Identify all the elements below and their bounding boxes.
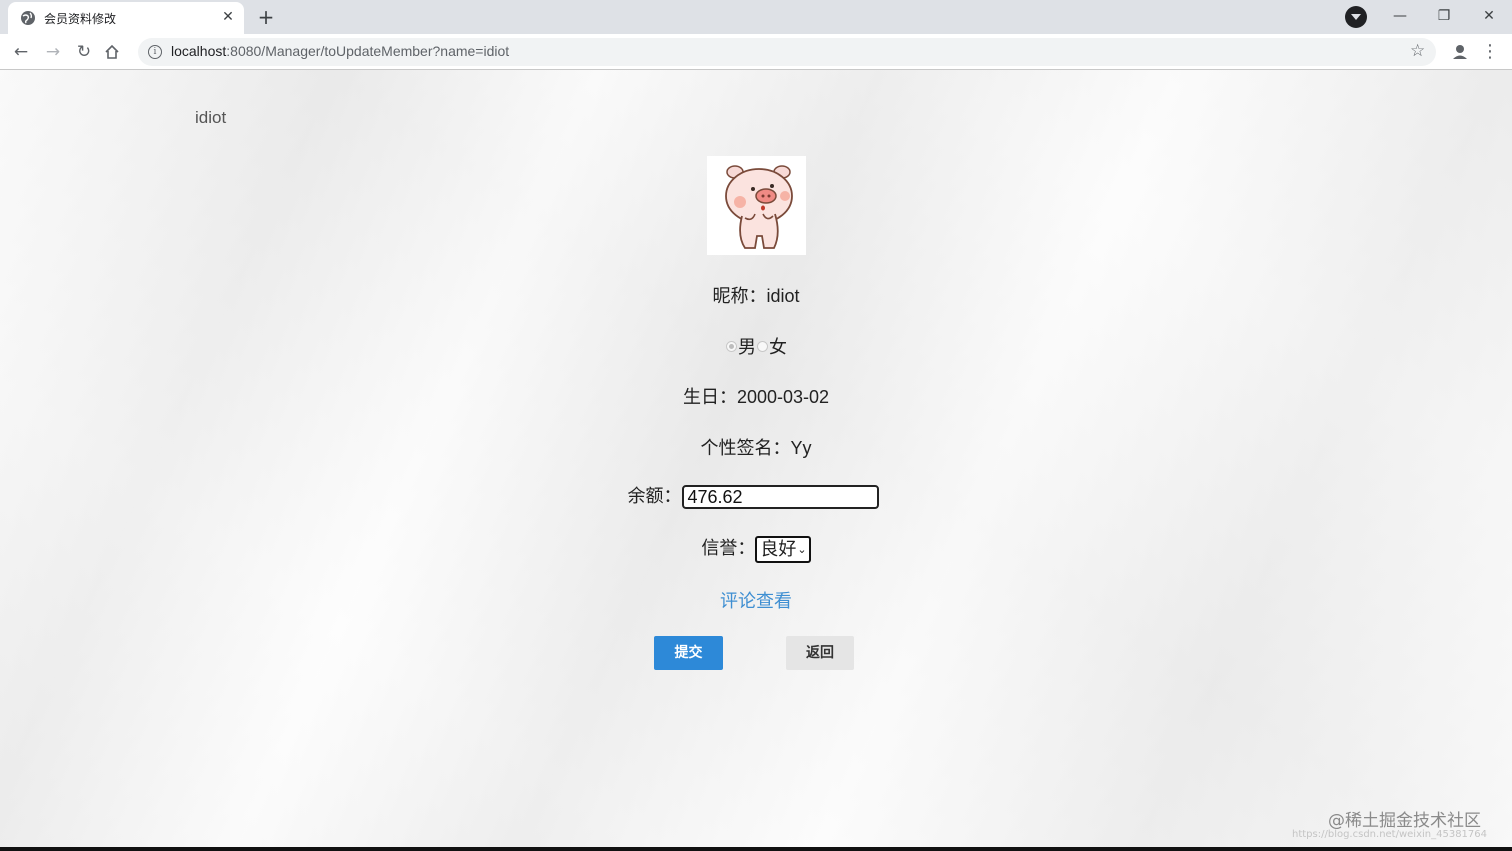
url-text[interactable]: localhost:8080/Manager/toUpdateMember?na…	[171, 43, 509, 59]
browser-tab[interactable]: 会员资料修改 ✕	[8, 2, 244, 34]
credit-selected-value: 良好	[760, 538, 797, 559]
back-arrow-icon[interactable]: ←	[9, 40, 33, 64]
watermark-url: https://blog.csdn.net/weixin_45381764	[1292, 829, 1488, 840]
back-button[interactable]: 返回	[786, 636, 854, 670]
browser-toolbar: ← → ↻ i localhost:8080/Manager/toUpdateM…	[0, 34, 1512, 70]
gender-male-label: 男	[738, 337, 756, 357]
address-bar[interactable]: i localhost:8080/Manager/toUpdateMember?…	[138, 38, 1436, 66]
home-icon[interactable]	[104, 44, 120, 60]
signature-value: Yy	[790, 438, 812, 458]
tab-strip: 会员资料修改 ✕ + — ❐ ✕	[0, 0, 1512, 34]
credit-select[interactable]: 良好⌄	[755, 535, 811, 563]
birthday-row: 生日：2000-03-02	[0, 383, 1512, 409]
close-tab-icon[interactable]: ✕	[220, 9, 236, 25]
gender-row: 男女	[0, 333, 1512, 359]
credit-label: 信誉：	[701, 538, 756, 558]
bottom-border	[0, 847, 1512, 851]
review-link[interactable]: 评论查看	[720, 591, 792, 611]
nickname-row: 昵称：idiot	[0, 282, 1512, 308]
gender-female-label: 女	[769, 337, 787, 357]
minimize-button[interactable]: —	[1385, 4, 1415, 28]
more-menu-icon[interactable]: ⋮	[1480, 40, 1500, 64]
signature-label: 个性签名：	[700, 438, 791, 458]
nickname-value: idiot	[766, 286, 800, 306]
watermark-text: @稀土掘金技术社区	[1328, 811, 1481, 831]
new-tab-button[interactable]: +	[254, 5, 278, 29]
close-window-button[interactable]: ✕	[1474, 4, 1504, 28]
gender-male-radio[interactable]	[726, 340, 737, 352]
balance-row: 余额： 476.62	[0, 482, 1509, 510]
gender-female-radio[interactable]	[757, 340, 768, 352]
nickname-label: 昵称：	[712, 286, 767, 306]
chevron-down-icon: ⌄	[797, 543, 807, 556]
bookmark-star-icon[interactable]: ☆	[1410, 41, 1425, 61]
forward-arrow-icon[interactable]: →	[41, 40, 65, 64]
pig-avatar-image	[707, 156, 806, 255]
birthday-value: 2000-03-02	[736, 387, 830, 407]
restore-button[interactable]: ❐	[1429, 4, 1459, 28]
balance-label: 余额：	[627, 486, 682, 506]
site-info-icon[interactable]: i	[148, 45, 162, 59]
account-icon[interactable]	[1448, 40, 1472, 64]
page-content: idiot 昵称：idiot 男女 生日：2000-03-02 个性签名：Yy …	[0, 70, 1512, 848]
current-username: idiot	[195, 108, 227, 127]
balance-input[interactable]: 476.62	[681, 485, 879, 510]
tab-search-icon[interactable]	[1345, 6, 1367, 28]
globe-icon	[21, 11, 35, 25]
credit-row: 信誉： 良好⌄	[0, 534, 1512, 563]
signature-row: 个性签名：Yy	[0, 434, 1512, 460]
tab-title: 会员资料修改	[44, 12, 117, 26]
reload-icon[interactable]: ↻	[72, 40, 96, 64]
birthday-label: 生日：	[682, 387, 737, 407]
submit-button[interactable]: 提交	[654, 636, 723, 670]
review-row: 评论查看	[0, 587, 1512, 613]
